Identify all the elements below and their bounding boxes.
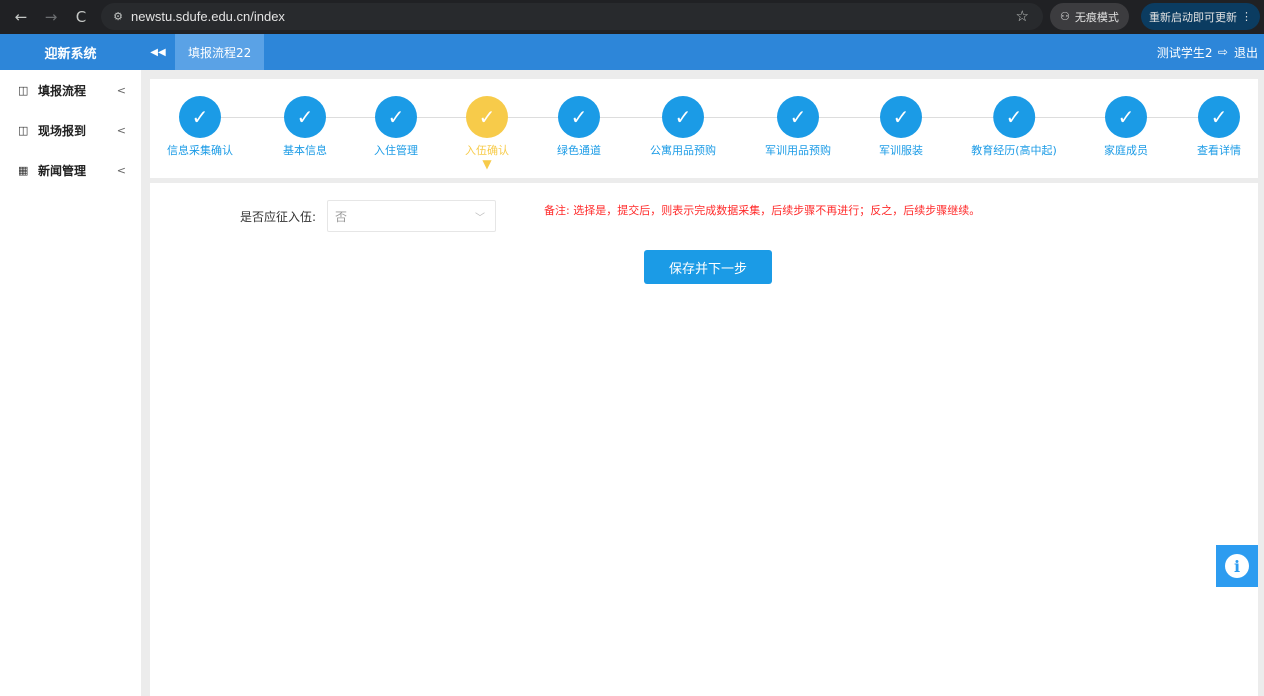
collapse-sidebar-icon[interactable]: ◀◀ [141,34,175,70]
tab-fill-process[interactable]: 填报流程22 [175,34,265,70]
step-item[interactable]: ✓ 绿色通道 [557,79,601,158]
sidebar-item-label: 填报流程 [38,83,87,98]
active-pointer-icon: ▼ [482,157,492,171]
update-button[interactable]: 重新启动即可更新 ⋮ [1141,3,1260,30]
check-icon: ✓ [558,96,600,138]
select-value: 否 [335,209,348,224]
step-label: 绿色通道 [557,144,601,157]
sidebar: ◫ 填报流程 < ◫ 现场报到 < ▦ 新闻管理 < [0,70,141,696]
grid-icon: ▦ [18,163,29,177]
update-label: 重新启动即可更新 [1149,10,1237,24]
app-header: 迎新系统 ◀◀ 填报流程22 测试学生2 ⇨ 退出 [0,34,1264,70]
step-item[interactable]: ✓ 入伍确认 ▼ [465,79,509,170]
step-item[interactable]: ✓ 家庭成员 [1104,79,1148,158]
enlist-select[interactable]: 否 ﹀ [327,200,496,232]
chevron-left-icon: < [116,163,126,177]
url-text[interactable]: newstu.sdufe.edu.cn/index [131,9,285,24]
check-icon: ✓ [466,96,508,138]
chevron-down-icon: ﹀ [475,213,485,224]
logout-link[interactable]: 退出 [1234,44,1258,61]
address-bar[interactable]: ⚙ newstu.sdufe.edu.cn/index ☆ [101,3,1043,30]
step-label: 入住管理 [374,144,418,157]
browser-nav: ← → C [6,3,96,31]
user-name[interactable]: 测试学生2 [1157,44,1212,61]
site-settings-icon[interactable]: ⚙ [105,10,131,23]
check-icon: ✓ [880,96,922,138]
step-item[interactable]: ✓ 基本信息 [283,79,327,158]
check-icon: ✓ [284,96,326,138]
step-label: 信息采集确认 [167,144,233,157]
step-label: 公寓用品预购 [650,144,716,157]
info-button[interactable]: i [1216,545,1258,587]
header-user-area: 测试学生2 ⇨ 退出 [1157,34,1258,70]
step-item[interactable]: ✓ 军训用品预购 [765,79,831,158]
step-item[interactable]: ✓ 入住管理 [374,79,418,158]
forward-icon[interactable]: → [36,3,66,31]
back-icon[interactable]: ← [6,3,36,31]
step-item[interactable]: ✓ 军训服装 [879,79,923,158]
step-label: 基本信息 [283,144,327,157]
info-icon: i [1225,554,1249,578]
check-icon: ✓ [375,96,417,138]
step-label: 入伍确认 [465,144,509,157]
sidebar-item-onsite-checkin[interactable]: ◫ 现场报到 < [0,110,141,150]
incognito-icon: ⚇ [1060,10,1070,23]
save-next-button[interactable]: 保存并下一步 [644,250,772,284]
chevron-left-icon: < [116,123,126,137]
sidebar-item-label: 现场报到 [38,123,87,138]
logout-icon[interactable]: ⇨ [1218,45,1228,59]
check-icon: ✓ [662,96,704,138]
incognito-label: 无痕模式 [1074,10,1119,24]
sidebar-item-label: 新闻管理 [38,163,87,178]
step-label: 军训服装 [879,144,923,157]
step-item[interactable]: ✓ 教育经历(高中起) [971,79,1057,158]
step-label: 教育经历(高中起) [971,144,1057,157]
check-icon: ✓ [993,96,1035,138]
form-panel: 是否应征入伍: 否 ﹀ 备注: 选择是，提交后，则表示完成数据采集，后续步骤不再… [150,183,1258,696]
step-item[interactable]: ✓ 查看详情 [1197,79,1241,158]
bookmark-star-icon[interactable]: ☆ [1016,7,1029,25]
check-icon: ✓ [777,96,819,138]
step-label: 查看详情 [1197,144,1241,157]
step-item[interactable]: ✓ 信息采集确认 [167,79,233,158]
check-icon: ✓ [179,96,221,138]
check-icon: ✓ [1105,96,1147,138]
step-progress: ✓ 信息采集确认 ✓ 基本信息 ✓ 入住管理 ✓ 入伍确认 ▼ ✓ 绿色通道 ✓ 公寓用品预购 ✓ 军训用品… [150,79,1258,178]
app-logo: 迎新系统 [44,46,97,62]
sidebar-item-fill-process[interactable]: ◫ 填报流程 < [0,70,141,110]
step-label: 军训用品预购 [765,144,831,157]
browser-toolbar: ← → C ⚙ newstu.sdufe.edu.cn/index ☆ ⚇ 无痕… [0,0,1264,34]
check-icon: ✓ [1198,96,1240,138]
remark-text: 备注: 选择是，提交后，则表示完成数据采集，后续步骤不再进行；反之，后续步骤继续… [544,204,981,217]
panel-icon: ◫ [18,123,29,137]
sidebar-item-news[interactable]: ▦ 新闻管理 < [0,150,141,190]
panel-icon: ◫ [18,83,29,97]
step-label: 家庭成员 [1104,144,1148,157]
step-item[interactable]: ✓ 公寓用品预购 [650,79,716,158]
menu-icon[interactable]: ⋮ [1241,10,1252,23]
reload-icon[interactable]: C [66,3,96,31]
chevron-left-icon: < [116,83,126,97]
incognito-badge[interactable]: ⚇ 无痕模式 [1050,3,1129,30]
enlist-field-label: 是否应征入伍: [240,210,317,224]
